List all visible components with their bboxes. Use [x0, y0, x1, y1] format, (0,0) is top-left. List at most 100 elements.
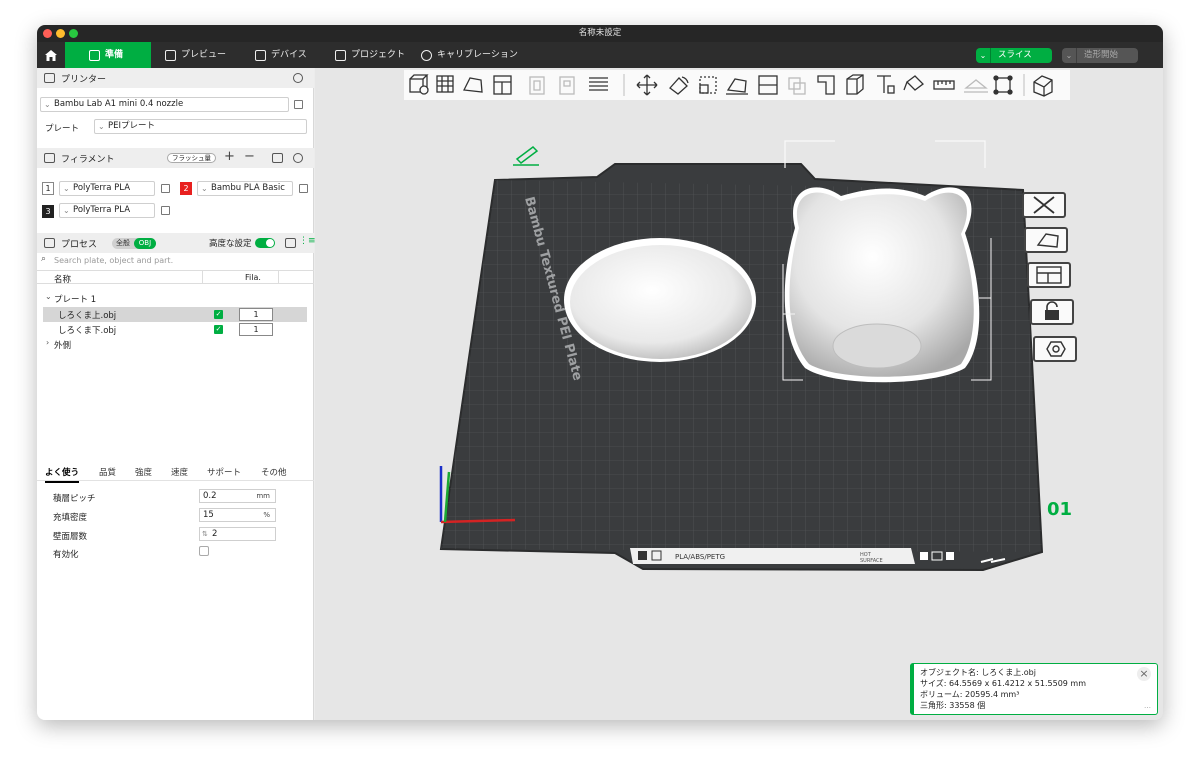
lock-plate-button[interactable] — [1030, 299, 1074, 325]
infill-density-field[interactable]: 15 % — [199, 508, 276, 522]
left-sidebar: プリンター ⌄ Bambu Lab A1 mini 0.4 nozzle プレー… — [37, 68, 316, 720]
object-bear-nose[interactable] — [832, 323, 922, 369]
auto-arrange-plate-button[interactable] — [1024, 227, 1068, 253]
scope-global-option[interactable]: 全般 — [116, 238, 130, 249]
edit-filament-3-icon[interactable] — [161, 206, 170, 215]
close-window-button[interactable] — [43, 29, 52, 38]
filament-2-select[interactable]: ⌄ Bambu PLA Basic — [197, 181, 293, 196]
object-search-bar[interactable]: ⌕ Search plate, object and part. — [37, 254, 314, 267]
bed-trash-icon — [946, 552, 954, 560]
process-scope-toggle[interactable]: 全般 OBJ — [112, 238, 156, 249]
selection-bracket — [784, 140, 986, 168]
stepper-arrows-icon[interactable]: ⇅ — [202, 528, 208, 540]
info-object-name: オブジェクト名: しろくま上.obj — [920, 668, 1036, 677]
tab-project[interactable]: プロジェクト — [327, 42, 413, 68]
close-info-icon[interactable]: × — [1137, 667, 1151, 681]
printer-model-select[interactable]: ⌄ Bambu Lab A1 mini 0.4 nozzle — [40, 97, 289, 112]
column-name-header: 名称 — [54, 275, 72, 285]
object-1-visible-checkbox[interactable]: ✓ — [214, 310, 223, 319]
printer-settings-gear-icon[interactable] — [293, 73, 303, 83]
column-divider — [278, 271, 279, 283]
bed-trash-icon — [920, 552, 928, 560]
tab-quality[interactable]: 品質 — [99, 466, 116, 478]
auto-orient-icon — [1036, 233, 1059, 248]
search-icon: ⌕ — [41, 254, 47, 264]
object-list-header: 名称 Fila. — [37, 270, 314, 285]
home-icon — [44, 49, 57, 61]
plate-tree-row[interactable]: ⌄ プレート 1 — [37, 292, 314, 305]
print-dropdown-chevron-icon[interactable]: ⌄ — [1062, 48, 1077, 63]
remove-filament-icon[interactable]: − — [244, 149, 255, 164]
home-button[interactable] — [37, 42, 64, 68]
tab-preview[interactable]: プレビュー — [157, 42, 242, 68]
info-object-volume: ボリューム: 20595.4 mm³ — [920, 690, 1020, 699]
tab-calibration[interactable]: キャリブレーション — [413, 42, 523, 68]
flush-volume-button[interactable]: フラッシュ量 — [167, 153, 216, 163]
slice-button[interactable]: ⌄ スライス — [976, 48, 1052, 63]
edit-printer-icon[interactable] — [294, 100, 303, 109]
expand-chevron-icon[interactable]: › — [46, 338, 49, 347]
filament-2-name: Bambu PLA Basic — [211, 183, 285, 193]
tab-others[interactable]: その他 — [261, 466, 287, 478]
expand-chevron-icon[interactable]: ⌄ — [45, 292, 52, 301]
filament-settings-gear-icon[interactable] — [293, 153, 303, 163]
enable-checkbox[interactable] — [199, 546, 209, 556]
delete-plate-button[interactable] — [1022, 192, 1066, 218]
object-search-input[interactable]: Search plate, object and part. — [54, 256, 173, 265]
close-icon — [1033, 196, 1055, 214]
object-row-selected[interactable]: しろくま上.obj ✓ 1 — [43, 307, 307, 322]
window-title: 名称未設定 — [578, 28, 622, 38]
tab-device-label: デバイス — [271, 50, 307, 60]
layer-height-value: 0.2 — [203, 491, 217, 501]
object-row[interactable]: しろくま下.obj ✓ 1 — [43, 322, 307, 337]
filament-3-index: 3 — [42, 205, 54, 218]
object-2-filament-select[interactable]: 1 — [239, 323, 273, 336]
column-filament-header: Fila. — [245, 273, 261, 282]
sync-filament-icon[interactable] — [272, 153, 283, 163]
infill-density-label: 充填密度 — [53, 513, 88, 523]
edit-filament-1-icon[interactable] — [161, 184, 170, 193]
tab-device[interactable]: デバイス — [247, 42, 327, 68]
zoom-window-button[interactable] — [69, 29, 78, 38]
chevron-down-icon: ⌄ — [98, 122, 105, 131]
title-bar: 名称未設定 — [37, 25, 1163, 42]
filament-header-label: フィラメント — [61, 155, 115, 165]
minimize-window-button[interactable] — [56, 29, 65, 38]
slice-dropdown-chevron-icon[interactable]: ⌄ — [976, 48, 991, 63]
build-plate-scene[interactable]: Bambu Textured PEI Plate PLA/ABS/PETG HO… — [315, 68, 1163, 720]
outside-tree-label: 外側 — [54, 341, 72, 351]
tab-speed[interactable]: 速度 — [171, 466, 188, 478]
arrange-plate-button[interactable] — [1027, 262, 1071, 288]
object-bowl[interactable] — [570, 245, 752, 359]
object-2-visible-checkbox[interactable]: ✓ — [214, 325, 223, 334]
filament-3-select[interactable]: ⌄ PolyTerra PLA — [59, 203, 155, 218]
outside-tree-row[interactable]: › 外側 — [37, 338, 314, 351]
tab-common[interactable]: よく使う — [45, 466, 80, 483]
plate-type-select[interactable]: ⌄ PEIプレート — [94, 119, 307, 134]
scope-object-option[interactable]: OBJ — [134, 238, 156, 249]
process-section-header: プロセス 全般 OBJ 高度な設定 ⋮≡ — [37, 233, 316, 253]
advanced-settings-label: 高度な設定 — [209, 239, 252, 249]
process-options-icon[interactable]: ⋮≡ — [299, 236, 316, 246]
object-1-filament-select[interactable]: 1 — [239, 308, 273, 321]
filament-1-select[interactable]: ⌄ PolyTerra PLA — [59, 181, 155, 196]
print-label: 造形開始 — [1084, 50, 1119, 60]
bed-logo-icon — [638, 551, 647, 560]
advanced-settings-toggle[interactable] — [255, 238, 275, 248]
tab-support[interactable]: サポート — [207, 466, 241, 478]
arrange-icon — [1036, 266, 1062, 284]
wall-loops-stepper[interactable]: ⇅ 2 — [199, 527, 276, 541]
info-object-triangles: 三角形: 33558 個 — [920, 701, 986, 710]
layer-height-unit: mm — [256, 492, 270, 500]
tab-strength[interactable]: 強度 — [135, 466, 152, 478]
tab-prepare[interactable]: 準備 — [65, 42, 151, 68]
edit-plate-name-icon[interactable] — [513, 146, 539, 166]
compare-settings-icon[interactable] — [285, 238, 296, 248]
edit-filament-2-icon[interactable] — [299, 184, 308, 193]
infill-density-value: 15 — [203, 510, 214, 520]
3d-viewport[interactable]: Bambu Textured PEI Plate PLA/ABS/PETG HO… — [315, 68, 1163, 720]
print-button[interactable]: ⌄ 造形開始 — [1062, 48, 1138, 63]
add-filament-icon[interactable]: + — [224, 149, 235, 164]
plate-settings-button[interactable] — [1033, 336, 1077, 362]
layer-height-field[interactable]: 0.2 mm — [199, 489, 276, 503]
